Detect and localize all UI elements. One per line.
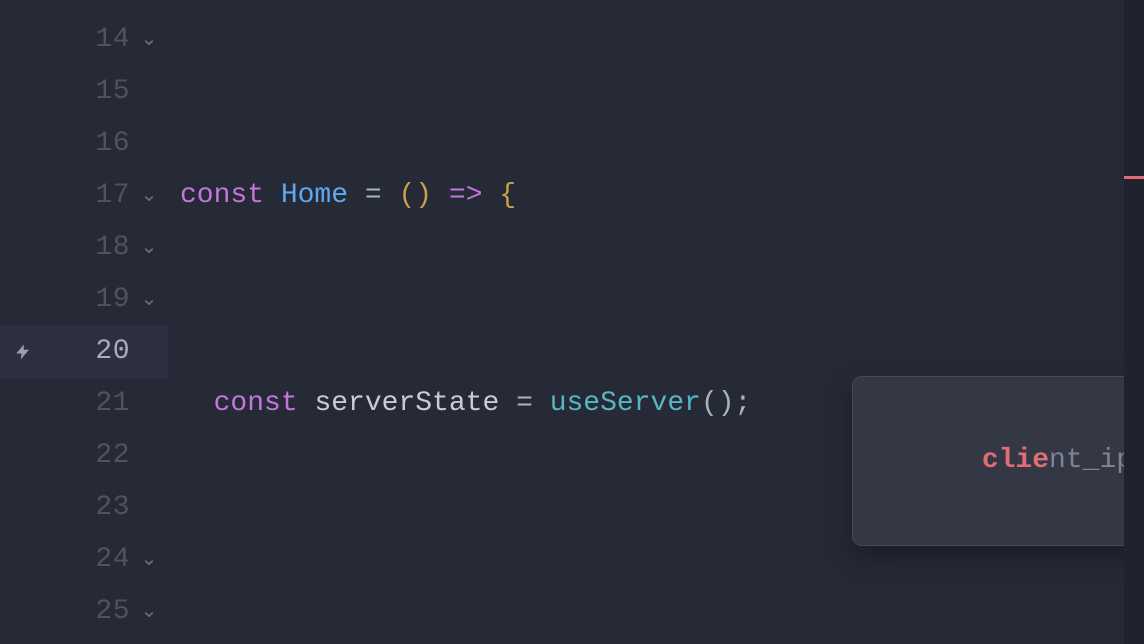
fold-toggle[interactable]: ⌄	[130, 171, 168, 223]
gutter-row: 16	[0, 118, 168, 170]
line-number: 18	[16, 222, 130, 274]
code-line[interactable]	[168, 586, 1144, 638]
line-number: 24	[16, 534, 130, 586]
line-number: 17	[16, 170, 130, 222]
line-number: 22	[16, 430, 130, 482]
scrollbar[interactable]	[1124, 0, 1144, 644]
line-number: 19	[16, 274, 130, 326]
gutter-row: 25 ⌄	[0, 586, 168, 638]
line-number: 21	[16, 378, 130, 430]
fold-toggle[interactable]: ⌄	[130, 15, 168, 67]
line-number: 23	[16, 482, 130, 534]
fold-toggle[interactable]: ⌄	[130, 275, 168, 327]
line-number: 16	[16, 118, 130, 170]
fold-toggle[interactable]: ⌄	[130, 535, 168, 587]
gutter-row: 18 ⌄	[0, 222, 168, 274]
fold-toggle[interactable]: ⌄	[130, 587, 168, 639]
gutter-row: 15	[0, 66, 168, 118]
line-number: 15	[16, 66, 130, 118]
line-number: 20	[16, 326, 130, 378]
autocomplete-rest: nt_ip	[1049, 445, 1133, 476]
code-line[interactable]: const Home = () => {	[168, 170, 1144, 222]
gutter-row: 14 ⌄	[0, 14, 168, 66]
bolt-icon	[14, 343, 32, 361]
gutter-row: 17 ⌄	[0, 170, 168, 222]
gutter-row: 24 ⌄	[0, 534, 168, 586]
gutter-row: 19 ⌄	[0, 274, 168, 326]
autocomplete-match: clie	[982, 445, 1049, 476]
autocomplete-popup[interactable]: client_ip	[852, 376, 1144, 546]
code-editor[interactable]: 14 ⌄ 15 16 17 ⌄ 18 ⌄ 19 ⌄	[0, 0, 1144, 644]
code-area[interactable]: const Home = () => { const serverState =…	[168, 0, 1144, 644]
gutter-row: 23	[0, 482, 168, 534]
gutter-row: 21	[0, 378, 168, 430]
gutter-row: 22	[0, 430, 168, 482]
gutter-row: 20	[0, 326, 168, 378]
gutter: 14 ⌄ 15 16 17 ⌄ 18 ⌄ 19 ⌄	[0, 0, 168, 644]
error-marker[interactable]	[1124, 176, 1144, 179]
line-number: 14	[16, 14, 130, 66]
line-number: 25	[16, 586, 130, 638]
fold-toggle[interactable]: ⌄	[130, 223, 168, 275]
